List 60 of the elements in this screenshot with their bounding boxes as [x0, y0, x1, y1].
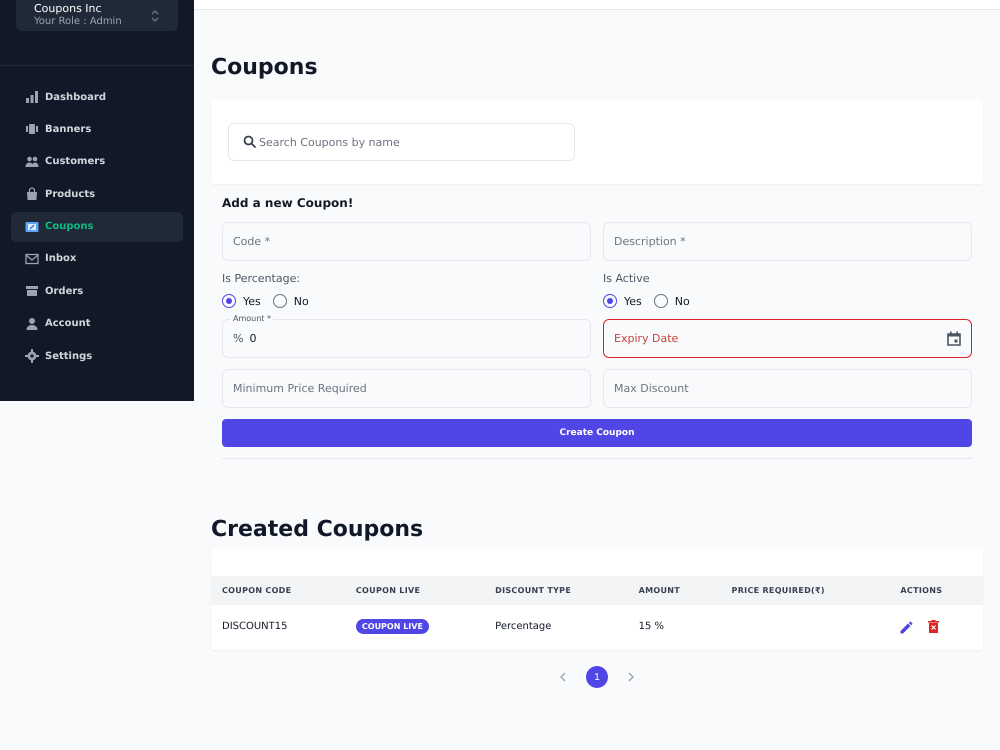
- column-header: PRICE REQUIRED(₹): [720, 576, 890, 605]
- column-header: ACTIONS: [889, 576, 983, 605]
- percent-prefix: %: [233, 332, 244, 345]
- date-field[interactable]: Expiry Date: [603, 319, 972, 358]
- radio-button[interactable]: [603, 294, 617, 308]
- person-icon: [25, 316, 39, 331]
- mail-icon: [25, 252, 39, 266]
- create-coupon-button[interactable]: Create Coupon: [222, 419, 972, 447]
- input-field[interactable]: Minimum Price Required: [222, 369, 591, 408]
- group-label: Is Percentage:: [222, 272, 302, 285]
- organization-switcher[interactable]: Coupons Inc Your Role : Admin: [16, 0, 178, 31]
- people-icon: [25, 154, 39, 169]
- input-field[interactable]: Code *: [222, 222, 591, 261]
- column-header: COUPON CODE: [211, 576, 345, 605]
- status-badge: COUPON LIVE: [356, 619, 429, 634]
- page-title: Coupons: [211, 54, 319, 82]
- coupon-icon: [25, 220, 39, 234]
- nav-item[interactable]: Dashboard: [11, 82, 183, 112]
- nav-item[interactable]: Banners: [11, 114, 183, 144]
- column-header: COUPON LIVE: [344, 576, 484, 605]
- date-placeholder: Expiry Date: [614, 332, 678, 345]
- radio-button[interactable]: [654, 294, 668, 308]
- table-cell: 15 %: [628, 605, 721, 648]
- section-title: Created Coupons: [211, 516, 424, 544]
- shopping-bag-icon: [25, 187, 39, 202]
- input-field[interactable]: Description *: [603, 222, 972, 261]
- nav-item[interactable]: Products: [11, 179, 183, 210]
- calendar-icon: [947, 331, 961, 346]
- group-label: Is Active: [603, 272, 650, 285]
- field-value: 0: [249, 332, 256, 345]
- form-title: Add a new Coupon!: [222, 196, 354, 210]
- nav-item[interactable]: Orders: [11, 276, 183, 306]
- nav-item[interactable]: Coupons: [11, 212, 183, 242]
- column-header: AMOUNT: [628, 576, 721, 605]
- organization-name: Coupons Inc: [34, 2, 103, 14]
- nav-item[interactable]: Inbox: [11, 244, 183, 274]
- edit-icon[interactable]: [900, 620, 914, 634]
- radio-option[interactable]: No: [272, 294, 309, 308]
- column-header: DISCOUNT TYPE: [484, 576, 628, 605]
- nav-item[interactable]: Account: [11, 308, 183, 339]
- bar-chart-icon: [25, 90, 39, 104]
- table-cell: Percentage: [484, 605, 628, 648]
- radio-option[interactable]: No: [654, 294, 690, 308]
- field-label: Amount *: [231, 314, 273, 323]
- nav-item[interactable]: Settings: [11, 341, 183, 372]
- page-button[interactable]: 1: [586, 666, 608, 688]
- nav-item[interactable]: Customers: [11, 146, 183, 177]
- radio-option[interactable]: Yes: [222, 294, 261, 308]
- store-icon: [25, 284, 39, 298]
- input-field[interactable]: Max Discount: [603, 369, 972, 408]
- settings-icon: [25, 349, 39, 364]
- role-label: Your Role : Admin: [34, 14, 122, 28]
- table-cell: DISCOUNT15: [211, 605, 345, 648]
- delete-icon[interactable]: [928, 620, 940, 633]
- search-field[interactable]: Search Coupons by name: [228, 123, 575, 161]
- radio-option[interactable]: Yes: [603, 294, 642, 308]
- radio-button[interactable]: [222, 294, 236, 308]
- banner-icon: [25, 122, 39, 136]
- radio-button[interactable]: [272, 294, 287, 308]
- chevron-up-down-icon: [150, 8, 160, 22]
